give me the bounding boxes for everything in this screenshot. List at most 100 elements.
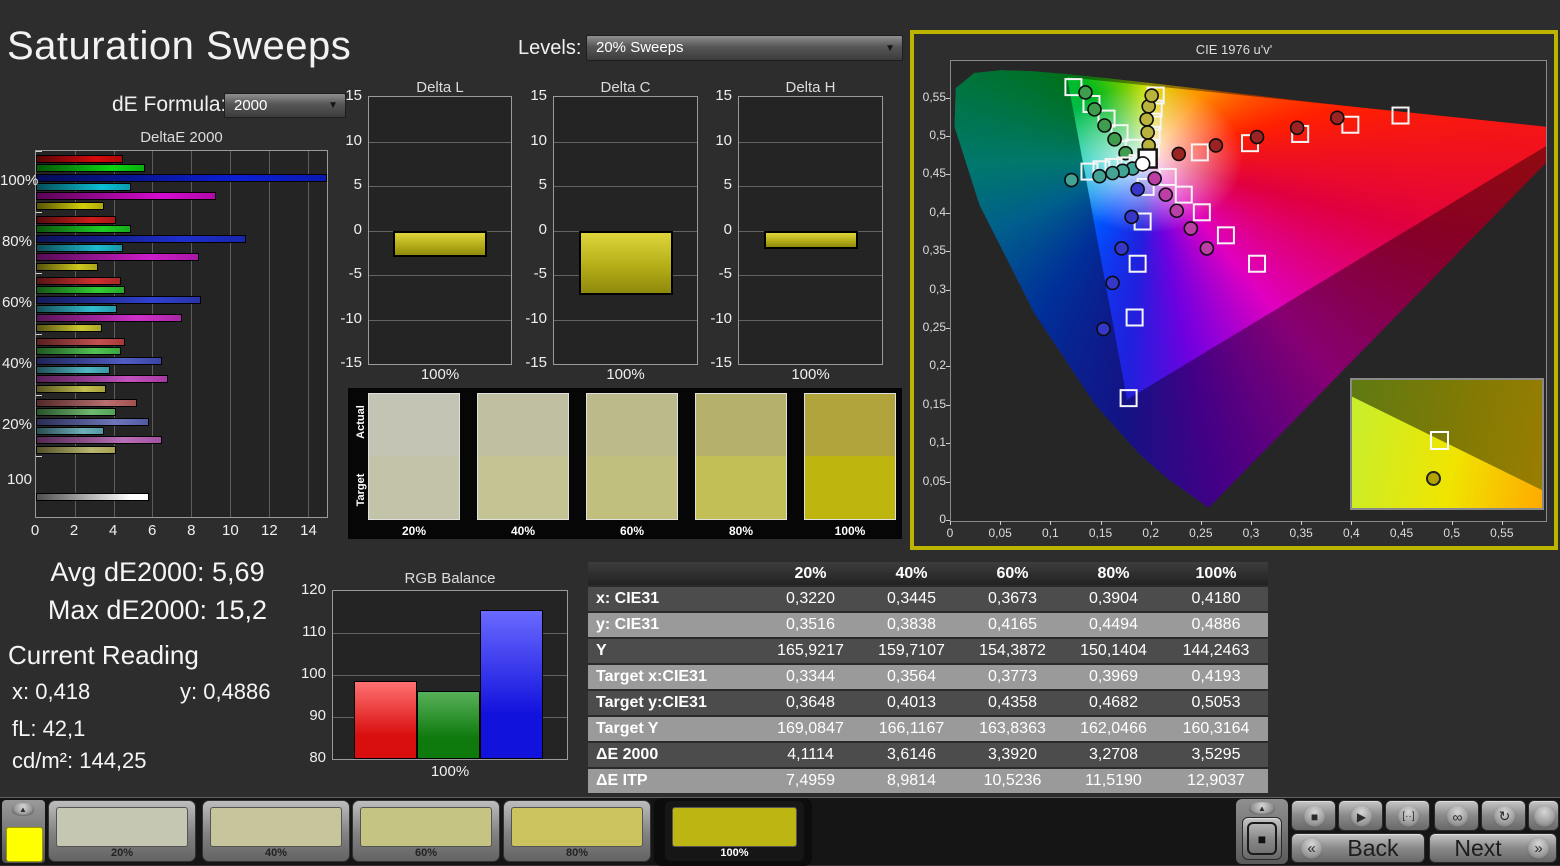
transport-up-button[interactable]: ▲	[1249, 802, 1275, 815]
table-cell: 3,6146	[861, 742, 962, 769]
delta-c-chart	[553, 96, 698, 365]
test-pattern-button-40%[interactable]: 40%	[202, 800, 350, 862]
table-cell: 0,3969	[1063, 664, 1164, 691]
next-button-label: Next	[1454, 835, 1502, 861]
gridline	[307, 151, 309, 517]
deltae-bar-red	[36, 338, 126, 346]
deltae-bar-magenta	[36, 436, 163, 445]
next-button[interactable]: Next »	[1429, 833, 1557, 863]
test-pattern-button-80%[interactable]: 80%	[503, 800, 651, 862]
magenta-target-marker	[1174, 185, 1193, 204]
cyan-measured-marker	[1064, 172, 1079, 188]
delta-y-tick: 5	[538, 176, 547, 193]
table-cell: 3,2708	[1063, 742, 1164, 769]
magenta-measured-marker	[1183, 221, 1199, 236]
table-cell: 0,4886	[1164, 612, 1268, 639]
mini-color-patch[interactable]	[6, 827, 43, 862]
gridline	[369, 186, 511, 187]
record-button[interactable]	[1528, 800, 1559, 831]
deltae2000-chart	[35, 150, 328, 518]
cie-y-tick: 0,4	[929, 204, 946, 219]
row-label: Target Y	[588, 716, 760, 743]
dh-bar	[763, 230, 858, 250]
cie-y-tick: 0,05	[922, 473, 946, 488]
table-row: ΔE ITP 7,4959 8,9814 10,5236 11,5190 12,9037	[588, 768, 1268, 795]
red-target-marker	[1190, 143, 1209, 162]
bottom-toolbar: ▲ ▲ ■ « Back Next » 20% 40% 60% 80% 100% ■ ▶ [·…	[0, 797, 1560, 866]
red-target-marker	[1391, 106, 1410, 125]
cie-x-tick: 0,4	[1343, 526, 1360, 540]
dc-bar	[578, 230, 673, 296]
table-cell: 0,3516	[760, 612, 861, 639]
swatch-level-label: 40%	[510, 524, 536, 538]
deltae-bar-blue	[36, 234, 246, 243]
cie-x-tick: 0,25	[1189, 526, 1213, 540]
group-tick	[36, 334, 42, 335]
deltae-bar-green	[36, 164, 145, 173]
scroll-up-button[interactable]: ▲	[12, 803, 34, 816]
cie-x-tick: 0,1	[1041, 526, 1059, 540]
table-cell: 0,3773	[962, 664, 1063, 691]
delta-y-tick: 15	[530, 87, 547, 104]
delta-y-tick: -10	[710, 309, 732, 327]
deltae-x-tick: 12	[261, 522, 278, 539]
test-pattern-button-100%[interactable]: 100%	[664, 800, 805, 862]
test-pattern-button-60%[interactable]: 60%	[352, 800, 500, 862]
test-pattern-button-20%[interactable]: 20%	[48, 800, 196, 862]
stop-button[interactable]: ■	[1291, 800, 1336, 831]
pattern-label: 80%	[565, 847, 589, 859]
delta-y-tick: 15	[345, 87, 362, 104]
pattern-swatch	[511, 807, 643, 847]
deltae-bar-red	[36, 155, 124, 163]
rgb-bar-blue	[480, 609, 543, 759]
column-header	[588, 562, 760, 587]
table-cell: 0,3445	[861, 586, 962, 613]
refresh-icon: ↻	[1493, 805, 1516, 828]
deltae-x-tick: 14	[300, 522, 317, 539]
deltae-bar-magenta	[36, 192, 217, 201]
table-cell: 0,3673	[962, 586, 1063, 613]
compare-swatch	[586, 393, 678, 520]
green-measured-marker	[1078, 85, 1093, 100]
cie-x-tick: 0,15	[1088, 526, 1113, 540]
table-cell: 3,3920	[962, 742, 1063, 769]
table-cell: 159,7107	[861, 638, 962, 665]
stop-pattern-button[interactable]: ■	[1242, 817, 1282, 860]
tick-mark	[946, 251, 950, 253]
delta-y-tick: -15	[340, 354, 362, 371]
current-cdm2-value: cd/m²: 144,25	[12, 748, 147, 773]
stop-icon: ■	[1303, 805, 1326, 828]
loop-range-button[interactable]: [··]	[1385, 800, 1430, 831]
table-row: x: CIE31 0,3220 0,3445 0,3673 0,3904 0,4180	[588, 586, 1268, 613]
delta-y-tick: 5	[723, 176, 732, 193]
actual-target-swatch-panel: Actual Target 20% 40% 60% 80% 100%	[348, 388, 902, 539]
cie-x-tick: 0,45	[1389, 526, 1414, 540]
back-button[interactable]: « Back	[1291, 833, 1425, 863]
tick-mark	[946, 289, 950, 291]
infinity-button[interactable]: ∞	[1434, 800, 1479, 831]
current-x-value: x: 0,418	[12, 679, 91, 704]
target-row-label: Target	[355, 473, 367, 507]
table-cell: 8,9814	[861, 768, 962, 795]
cie-x-tick: 0,05	[988, 526, 1012, 540]
next-chevron-icon: »	[1527, 837, 1550, 860]
cie-y-tick: 0,15	[922, 396, 946, 411]
green-measured-marker	[1097, 118, 1112, 133]
gridline	[739, 141, 882, 143]
delta-y-tick: -5	[718, 265, 732, 282]
column-header: 20%	[760, 562, 861, 587]
deltae-bar-yellow	[36, 445, 116, 454]
de-formula-label: dE Formula:	[112, 93, 227, 116]
magenta-target-marker	[1248, 254, 1267, 273]
yellow-measured-marker	[1139, 112, 1154, 127]
group-tick	[36, 212, 42, 213]
cie-chart-title: CIE 1976 u'v'	[1195, 42, 1273, 57]
levels-dropdown[interactable]: 20% Sweeps ▼	[586, 35, 903, 61]
delta-y-tick: -15	[710, 354, 732, 371]
play-button[interactable]: ▶	[1338, 800, 1383, 831]
chevron-down-icon: ▼	[885, 43, 895, 54]
tick-mark	[1150, 521, 1152, 525]
cie-x-tick: 0,2	[1142, 526, 1160, 540]
refresh-button[interactable]: ↻	[1481, 800, 1526, 831]
swatch-level-label: 60%	[619, 524, 645, 538]
